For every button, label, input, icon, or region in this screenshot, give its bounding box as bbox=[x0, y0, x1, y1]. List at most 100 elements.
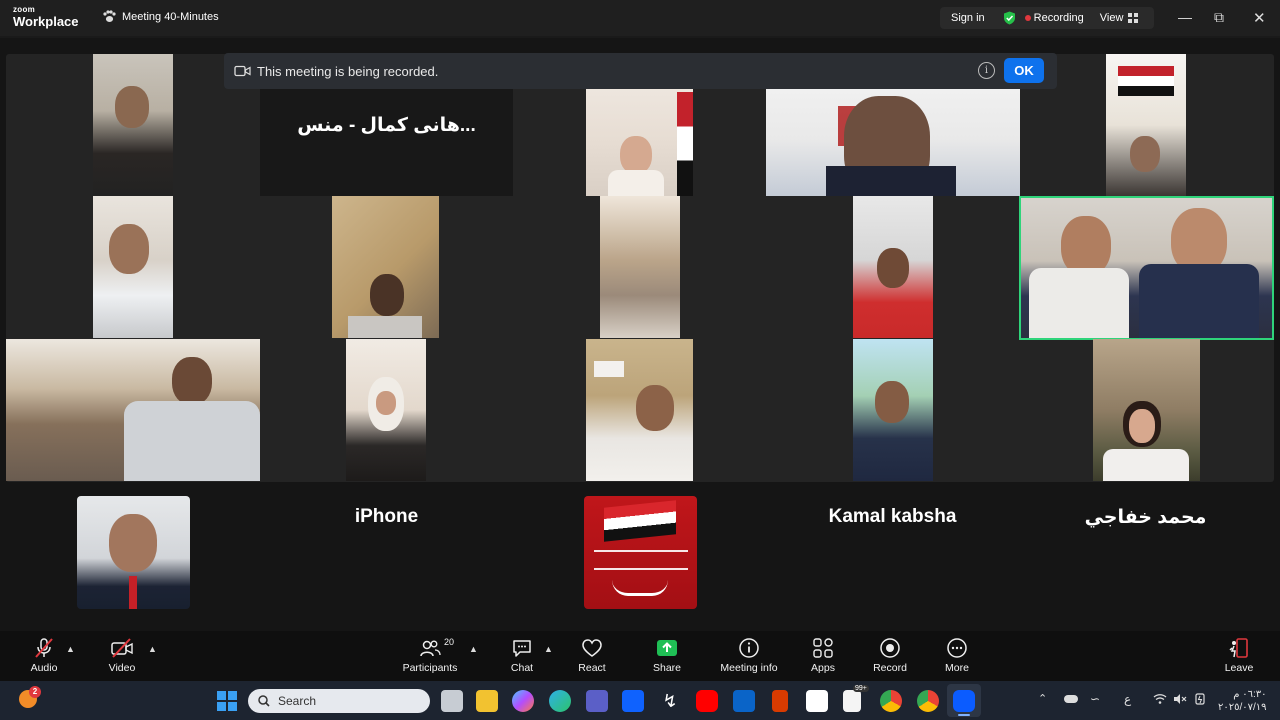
chrome-icon[interactable] bbox=[880, 690, 902, 712]
title-bar: zoom Workplace Meeting 40-Minutes Sign i… bbox=[0, 0, 1280, 36]
notification-badge: 2 bbox=[29, 686, 41, 698]
video-tile[interactable] bbox=[586, 339, 693, 481]
youtube-icon[interactable] bbox=[696, 690, 718, 712]
video-tile[interactable] bbox=[93, 54, 173, 196]
more-label: More bbox=[945, 662, 969, 674]
copilot-icon[interactable] bbox=[512, 690, 534, 712]
chat-bubble-icon bbox=[513, 640, 531, 657]
view-button[interactable]: View bbox=[1100, 12, 1124, 24]
restore-icon[interactable]: ⧉ bbox=[1214, 9, 1224, 26]
video-button[interactable]: Video bbox=[82, 636, 162, 674]
audio-button[interactable]: Audio bbox=[4, 636, 84, 674]
meeting-info-button[interactable]: Meeting info bbox=[709, 636, 789, 674]
clock-time: ٠٦:٣٠ م bbox=[1233, 689, 1267, 700]
participant-name: محمد خفاجي bbox=[1084, 506, 1207, 528]
close-icon[interactable]: ✕ bbox=[1253, 9, 1266, 27]
chat-label: Chat bbox=[510, 662, 534, 674]
search-icon bbox=[258, 695, 270, 707]
heart-icon bbox=[582, 639, 602, 657]
shield-check-icon[interactable] bbox=[1003, 11, 1016, 25]
wifi-icon[interactable] bbox=[1153, 693, 1167, 705]
participant-name: iPhone bbox=[354, 506, 419, 527]
chat-button[interactable]: Chat bbox=[482, 636, 562, 674]
record-icon bbox=[880, 638, 900, 658]
volume-muted-icon[interactable] bbox=[1173, 693, 1187, 705]
video-tile[interactable] bbox=[600, 196, 680, 338]
meeting-info-label: Meeting info bbox=[720, 662, 778, 674]
zoom-taskbar-button[interactable] bbox=[947, 684, 981, 717]
notepad-icon[interactable] bbox=[843, 690, 861, 712]
participant-name-cell[interactable]: Kamal kabsha bbox=[816, 458, 969, 576]
share-label: Share bbox=[652, 662, 682, 674]
windows-taskbar: 2 Search ↯ 99+ ⌃ ∽ ع ٠٦:٣٠ م ٢٠٢٥/٠٧/١٩ bbox=[0, 681, 1280, 720]
participants-label: Participants bbox=[402, 662, 458, 674]
ok-button[interactable]: OK bbox=[1004, 58, 1044, 83]
recording-banner-text: This meeting is being recorded. bbox=[257, 63, 439, 79]
video-tile[interactable] bbox=[332, 196, 439, 338]
input-language-indicator[interactable]: ع bbox=[1124, 692, 1131, 706]
microphone-muted-icon bbox=[35, 638, 53, 658]
react-button[interactable]: React bbox=[552, 636, 632, 674]
edge-browser-icon[interactable] bbox=[549, 690, 571, 712]
video-tile[interactable] bbox=[853, 196, 933, 338]
audio-options-chevron-icon[interactable]: ▲ bbox=[66, 644, 75, 654]
outlook-icon[interactable] bbox=[733, 690, 755, 712]
participant-name: Kamal kabsha bbox=[828, 506, 957, 527]
leave-button[interactable]: Leave bbox=[1199, 636, 1279, 674]
minimize-icon[interactable]: — bbox=[1178, 9, 1192, 25]
participants-count: 20 bbox=[444, 637, 455, 647]
system-clock[interactable]: ٠٦:٣٠ م ٢٠٢٥/٠٧/١٩ bbox=[1218, 688, 1267, 714]
apps-icon bbox=[813, 638, 833, 658]
dropbox-icon[interactable] bbox=[622, 690, 644, 712]
meeting-title-text: Meeting 40-Minutes bbox=[122, 10, 219, 23]
active-speaker-tile[interactable] bbox=[1019, 196, 1274, 340]
file-explorer-icon[interactable] bbox=[476, 690, 498, 712]
brand-large: Workplace bbox=[13, 14, 79, 29]
battery-icon[interactable] bbox=[1193, 693, 1207, 705]
video-options-chevron-icon[interactable]: ▲ bbox=[148, 644, 157, 654]
paw-icon bbox=[103, 10, 116, 22]
meeting-title[interactable]: Meeting 40-Minutes bbox=[102, 10, 219, 23]
windows-start-icon[interactable] bbox=[217, 691, 237, 711]
tray-chevron-icon[interactable]: ⌃ bbox=[1038, 692, 1047, 705]
task-view-icon[interactable] bbox=[441, 690, 463, 712]
clock-date: ٢٠٢٥/٠٧/١٩ bbox=[1218, 702, 1267, 713]
lightning-app-icon[interactable]: ↯ bbox=[659, 690, 681, 712]
participant-name-cell[interactable]: iPhone bbox=[310, 458, 463, 576]
sign-in-link[interactable]: Sign in bbox=[951, 12, 985, 24]
share-screen-icon bbox=[657, 640, 677, 656]
leave-door-icon bbox=[1229, 638, 1248, 658]
pen-tray-icon[interactable]: ∽ bbox=[1090, 692, 1100, 706]
search-placeholder: Search bbox=[278, 694, 317, 708]
chrome-profile-icon[interactable] bbox=[917, 690, 939, 712]
info-circle-icon bbox=[739, 638, 759, 658]
participant-name-cell[interactable]: محمد خفاجي bbox=[1069, 458, 1222, 576]
audio-label: Audio bbox=[30, 662, 58, 674]
recording-indicator[interactable]: Recording bbox=[1034, 12, 1084, 24]
more-button[interactable]: More bbox=[917, 636, 997, 674]
title-right-group: Sign in Recording View bbox=[940, 7, 1154, 29]
taskbar-search[interactable]: Search bbox=[248, 689, 430, 713]
recording-banner: This meeting is being recorded. i OK bbox=[224, 53, 1057, 89]
amazon-icon[interactable] bbox=[806, 690, 828, 712]
participant-avatar[interactable] bbox=[584, 496, 697, 609]
meeting-toolbar: Audio ▲ Video ▲ 20 Participants ▲ Chat ▲… bbox=[0, 631, 1280, 681]
onedrive-cloud-icon[interactable] bbox=[1064, 695, 1078, 703]
recording-dot-icon bbox=[1024, 15, 1031, 21]
grid-view-icon[interactable] bbox=[1128, 13, 1139, 23]
video-tile[interactable] bbox=[93, 196, 173, 338]
share-button[interactable]: Share bbox=[627, 636, 707, 674]
teams-icon[interactable] bbox=[586, 690, 608, 712]
info-icon[interactable]: i bbox=[978, 62, 995, 79]
more-dots-icon bbox=[947, 638, 967, 658]
participant-avatar[interactable] bbox=[77, 496, 190, 609]
participants-button[interactable]: 20 Participants bbox=[390, 636, 470, 674]
participant-name: ...هانى كمال - منس bbox=[297, 114, 476, 136]
brand-small: zoom bbox=[13, 5, 36, 14]
video-tile[interactable] bbox=[1106, 54, 1186, 196]
video-label: Video bbox=[108, 662, 136, 674]
video-tile[interactable] bbox=[6, 339, 260, 481]
office-icon[interactable] bbox=[772, 690, 788, 712]
participants-options-chevron-icon[interactable]: ▲ bbox=[469, 644, 478, 654]
notification-count-badge: 99+ bbox=[853, 685, 869, 692]
